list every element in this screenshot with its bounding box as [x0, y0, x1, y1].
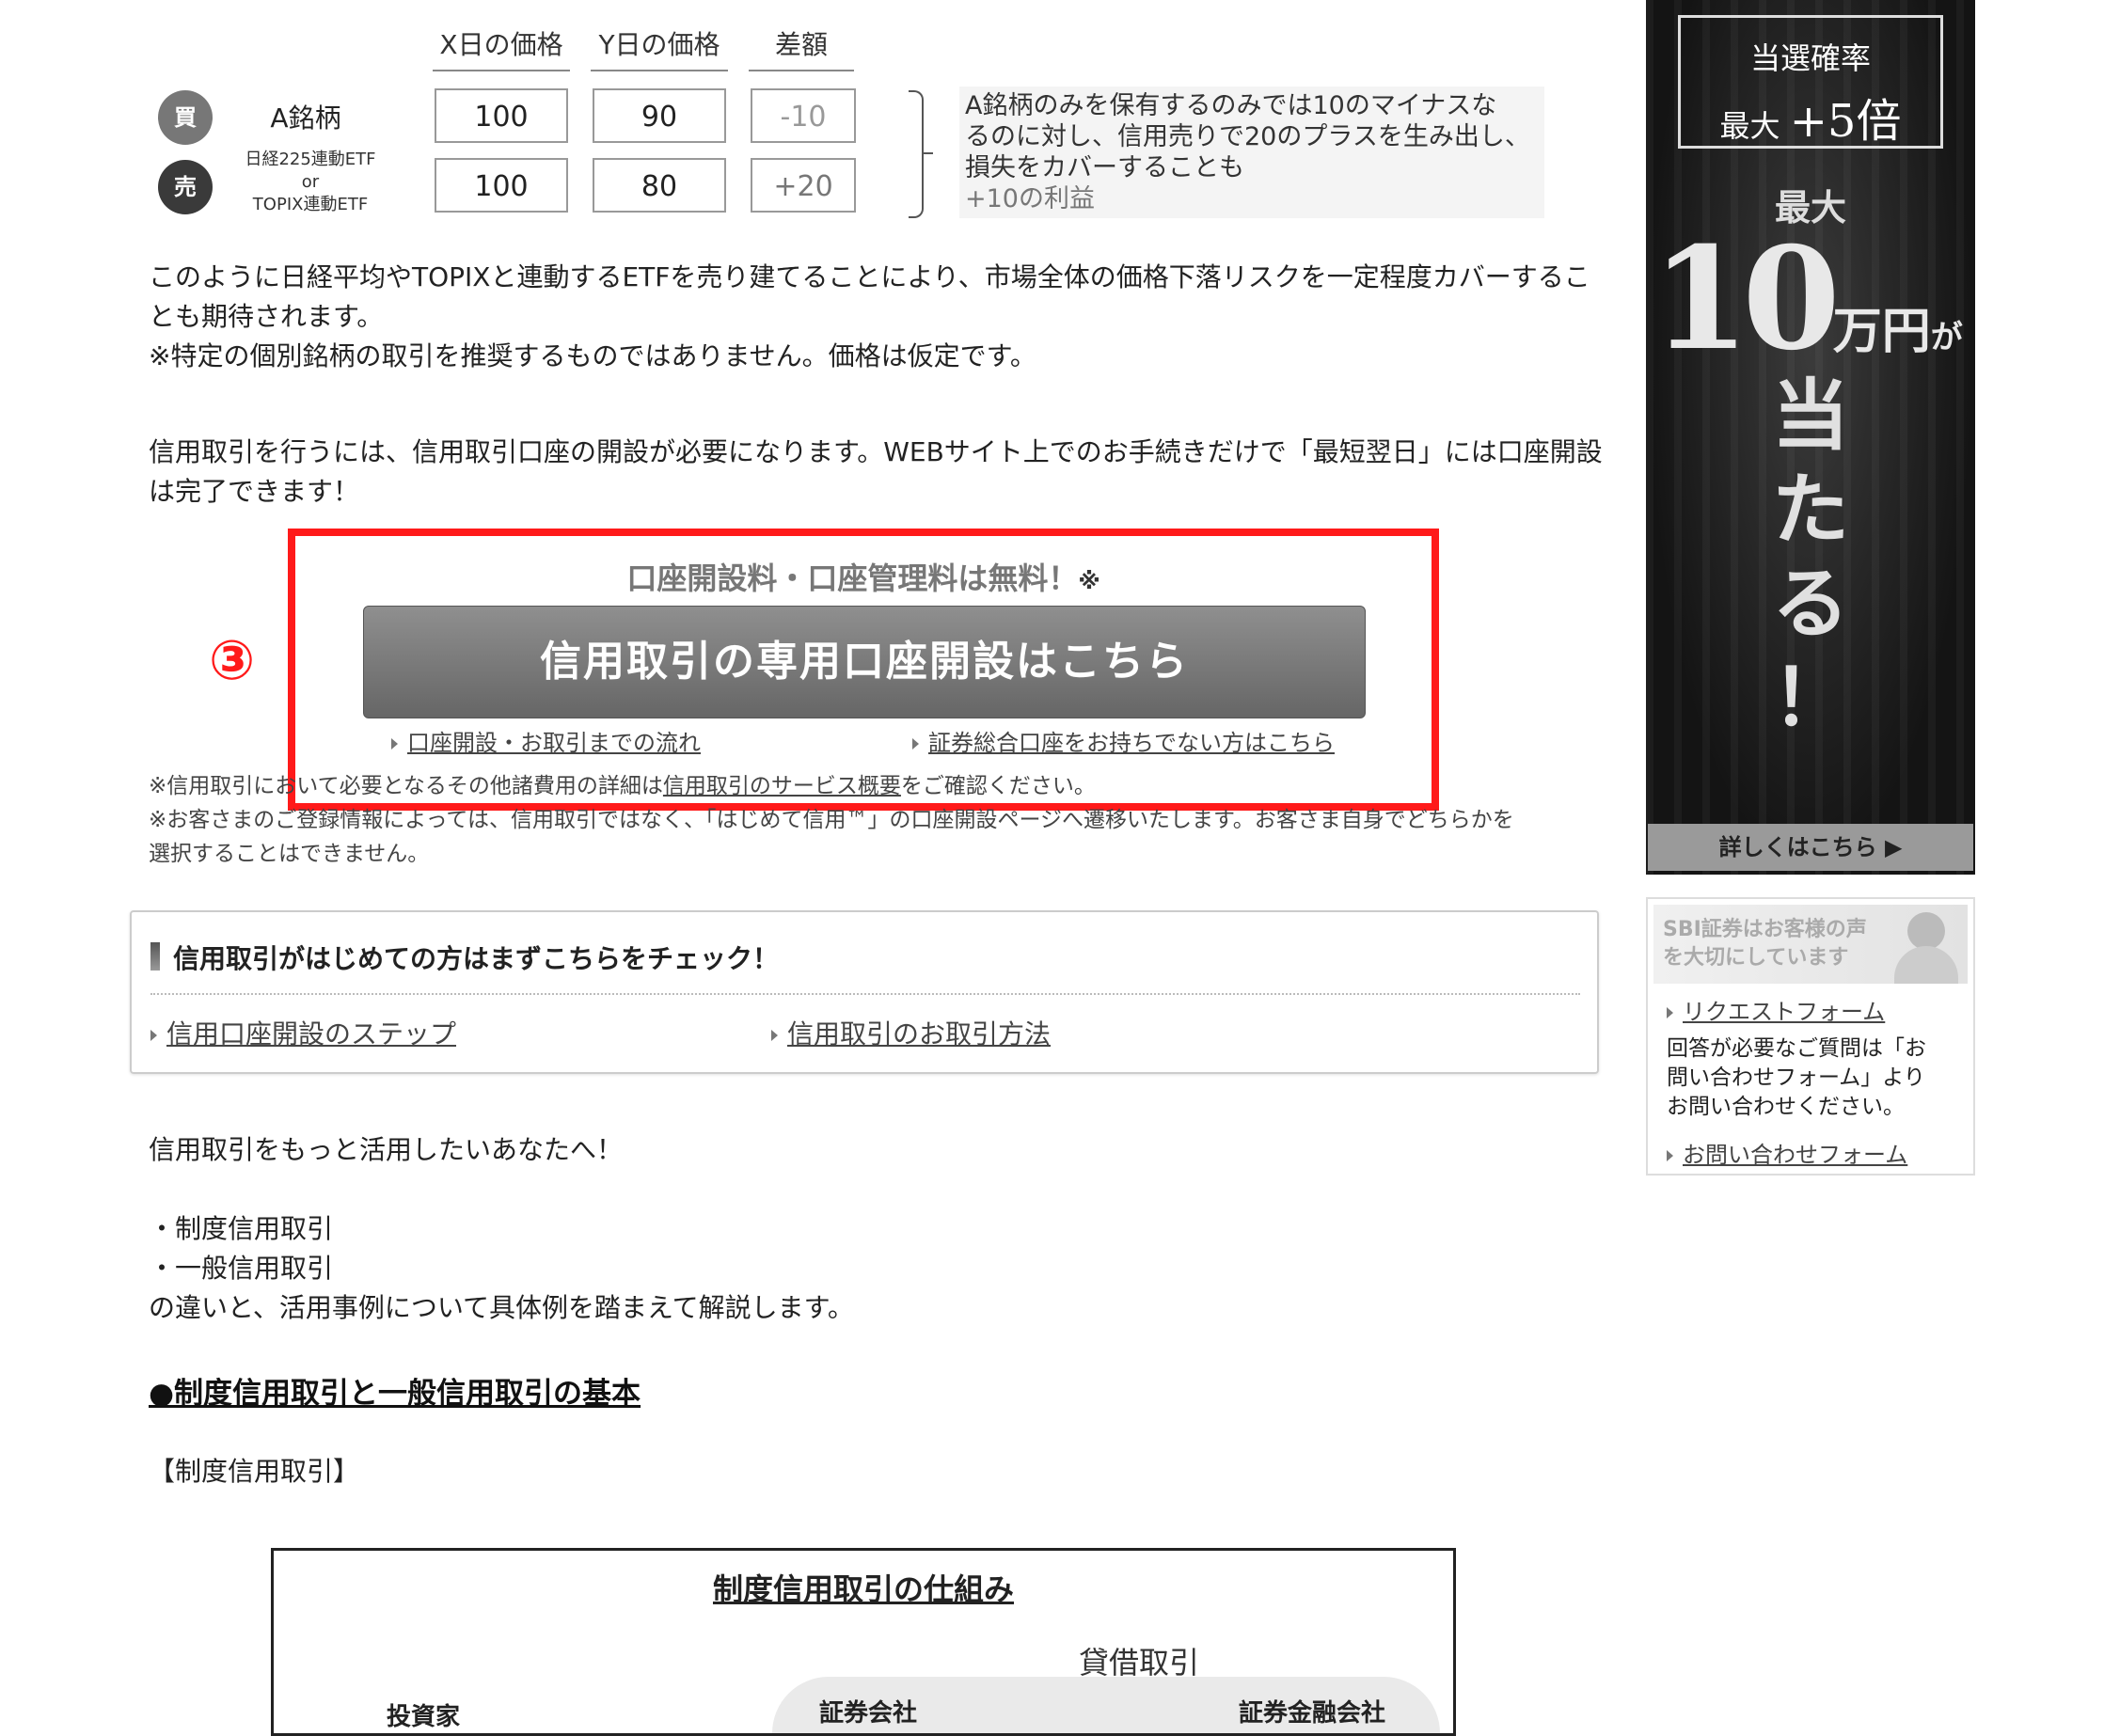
no-account-link[interactable]: 証券総合口座をお持ちでない方はこちら	[912, 726, 1335, 760]
arrow-right-icon	[150, 1030, 157, 1041]
hedge-paragraph: このように日経平均やTOPIXと連動するETFを売り建てることにより、市場全体の…	[149, 261, 1590, 371]
intro-text: 信用取引をもっと活用したいあなたへ！	[149, 1134, 624, 1165]
diagram-title: 制度信用取引の仕組み	[712, 1571, 1014, 1607]
arrow-right-icon	[1667, 1150, 1673, 1161]
fee-free-text: 口座開設料・口座管理料は無料！※	[626, 560, 1100, 596]
securities-finance-node: 証券金融会社	[1239, 1699, 1386, 1728]
dotted-divider	[150, 993, 1580, 995]
account-flow-link[interactable]: 口座開設・お取引までの流れ	[391, 726, 701, 760]
banner-details-button[interactable]: 詳しくはこちら ▶	[1648, 824, 1973, 871]
account-steps-link[interactable]: 信用口座開設のステップ	[150, 1014, 456, 1051]
arrow-right-icon	[912, 738, 919, 750]
investor-node: 投資家	[387, 1703, 461, 1731]
operator-avatar	[1907, 912, 1945, 950]
voice-header: SBI証券はお客様の声 を大切にしています	[1653, 905, 1968, 984]
hedge-table: X日の価格 Y日の価格 差額 買 A銘柄 100 90 -10 売 日経225連…	[150, 19, 1544, 226]
standard-margin-label: 【制度信用取引】	[149, 1456, 360, 1487]
arrow-right-icon	[771, 1030, 778, 1041]
beginner-check-box: 信用取引がはじめての方はまずこちらをチェック！ 信用口座開設のステップ 信用取引…	[130, 910, 1599, 1074]
customer-voice-box: SBI証券はお客様の声 を大切にしています リクエストフォーム 回答が必要なご質…	[1646, 897, 1975, 1176]
account-paragraph: 信用取引を行うには、信用取引口座の開設が必要になります。WEBサイト上でのお手続…	[149, 436, 1603, 507]
contact-form-link[interactable]: お問い合わせフォーム	[1667, 1136, 1907, 1169]
step-marker: ③	[209, 628, 256, 692]
etf-x-price: 100	[435, 158, 568, 213]
etf-label: 日経225連動ETF or TOPIX連動ETF	[245, 150, 376, 214]
trading-method-link[interactable]: 信用取引のお取引方法	[771, 1014, 1051, 1051]
voice-description: 回答が必要なご質問は「お 問い合わせフォーム」より お問い合わせください。	[1667, 1036, 1926, 1119]
odds-frame: 当選確率 最大 +5倍	[1678, 15, 1943, 149]
heading-bar-icon	[150, 942, 160, 971]
etf-y-price: 80	[593, 158, 726, 213]
sell-badge: 売	[158, 160, 213, 214]
section-heading: ●制度信用取引と一般信用取引の基本	[149, 1377, 641, 1411]
open-margin-account-button[interactable]: 信用取引の専用口座開設はこちら	[363, 606, 1366, 718]
column-header-diff: 差額	[749, 24, 854, 71]
etf-diff: +20	[751, 158, 856, 213]
standard-margin-diagram: 制度信用取引の仕組み 貸借取引 投資家 証券会社 証券金融会社	[271, 1548, 1456, 1736]
buy-badge: 買	[158, 90, 213, 145]
stock-a-diff: -10	[751, 88, 856, 143]
check-box-title: 信用取引がはじめての方はまずこちらをチェック！	[173, 943, 780, 974]
fee-notes: ※信用取引において必要となるその他諸費用の詳細は信用取引のサービス概要をご確認く…	[149, 774, 1514, 866]
stock-a-label: A銘柄	[270, 103, 341, 134]
brace-tip	[924, 152, 933, 154]
win-text: 当 た る ！	[1771, 371, 1849, 743]
margin-type-list: ・制度信用取引 ・一般信用取引 の違いと、活用事例について具体例を踏まえて解説し…	[149, 1213, 854, 1323]
column-header-x-day: X日の価格	[433, 24, 570, 71]
operator-avatar-body	[1894, 946, 1958, 984]
securities-company-node: 証券会社	[819, 1699, 918, 1728]
column-header-y-day: Y日の価格	[591, 24, 728, 71]
brace-decoration	[909, 90, 924, 218]
request-form-link[interactable]: リクエストフォーム	[1667, 993, 1885, 1026]
arrow-right-icon	[391, 738, 398, 750]
prize-amount: 10万円が	[1652, 216, 1963, 382]
service-overview-link[interactable]: 信用取引のサービス概要	[663, 774, 901, 798]
stock-a-y-price: 90	[593, 88, 726, 143]
campaign-banner[interactable]: 当選確率 最大 +5倍 最大 10万円が 当 た る ！ 詳しくはこちら ▶	[1646, 0, 1975, 875]
stock-a-x-price: 100	[435, 88, 568, 143]
arrow-right-icon	[1667, 1007, 1673, 1018]
hedge-explanation: A銘柄のみを保有するのみでは10のマイナスな るのに対し、信用売りで20のプラス…	[959, 87, 1544, 218]
